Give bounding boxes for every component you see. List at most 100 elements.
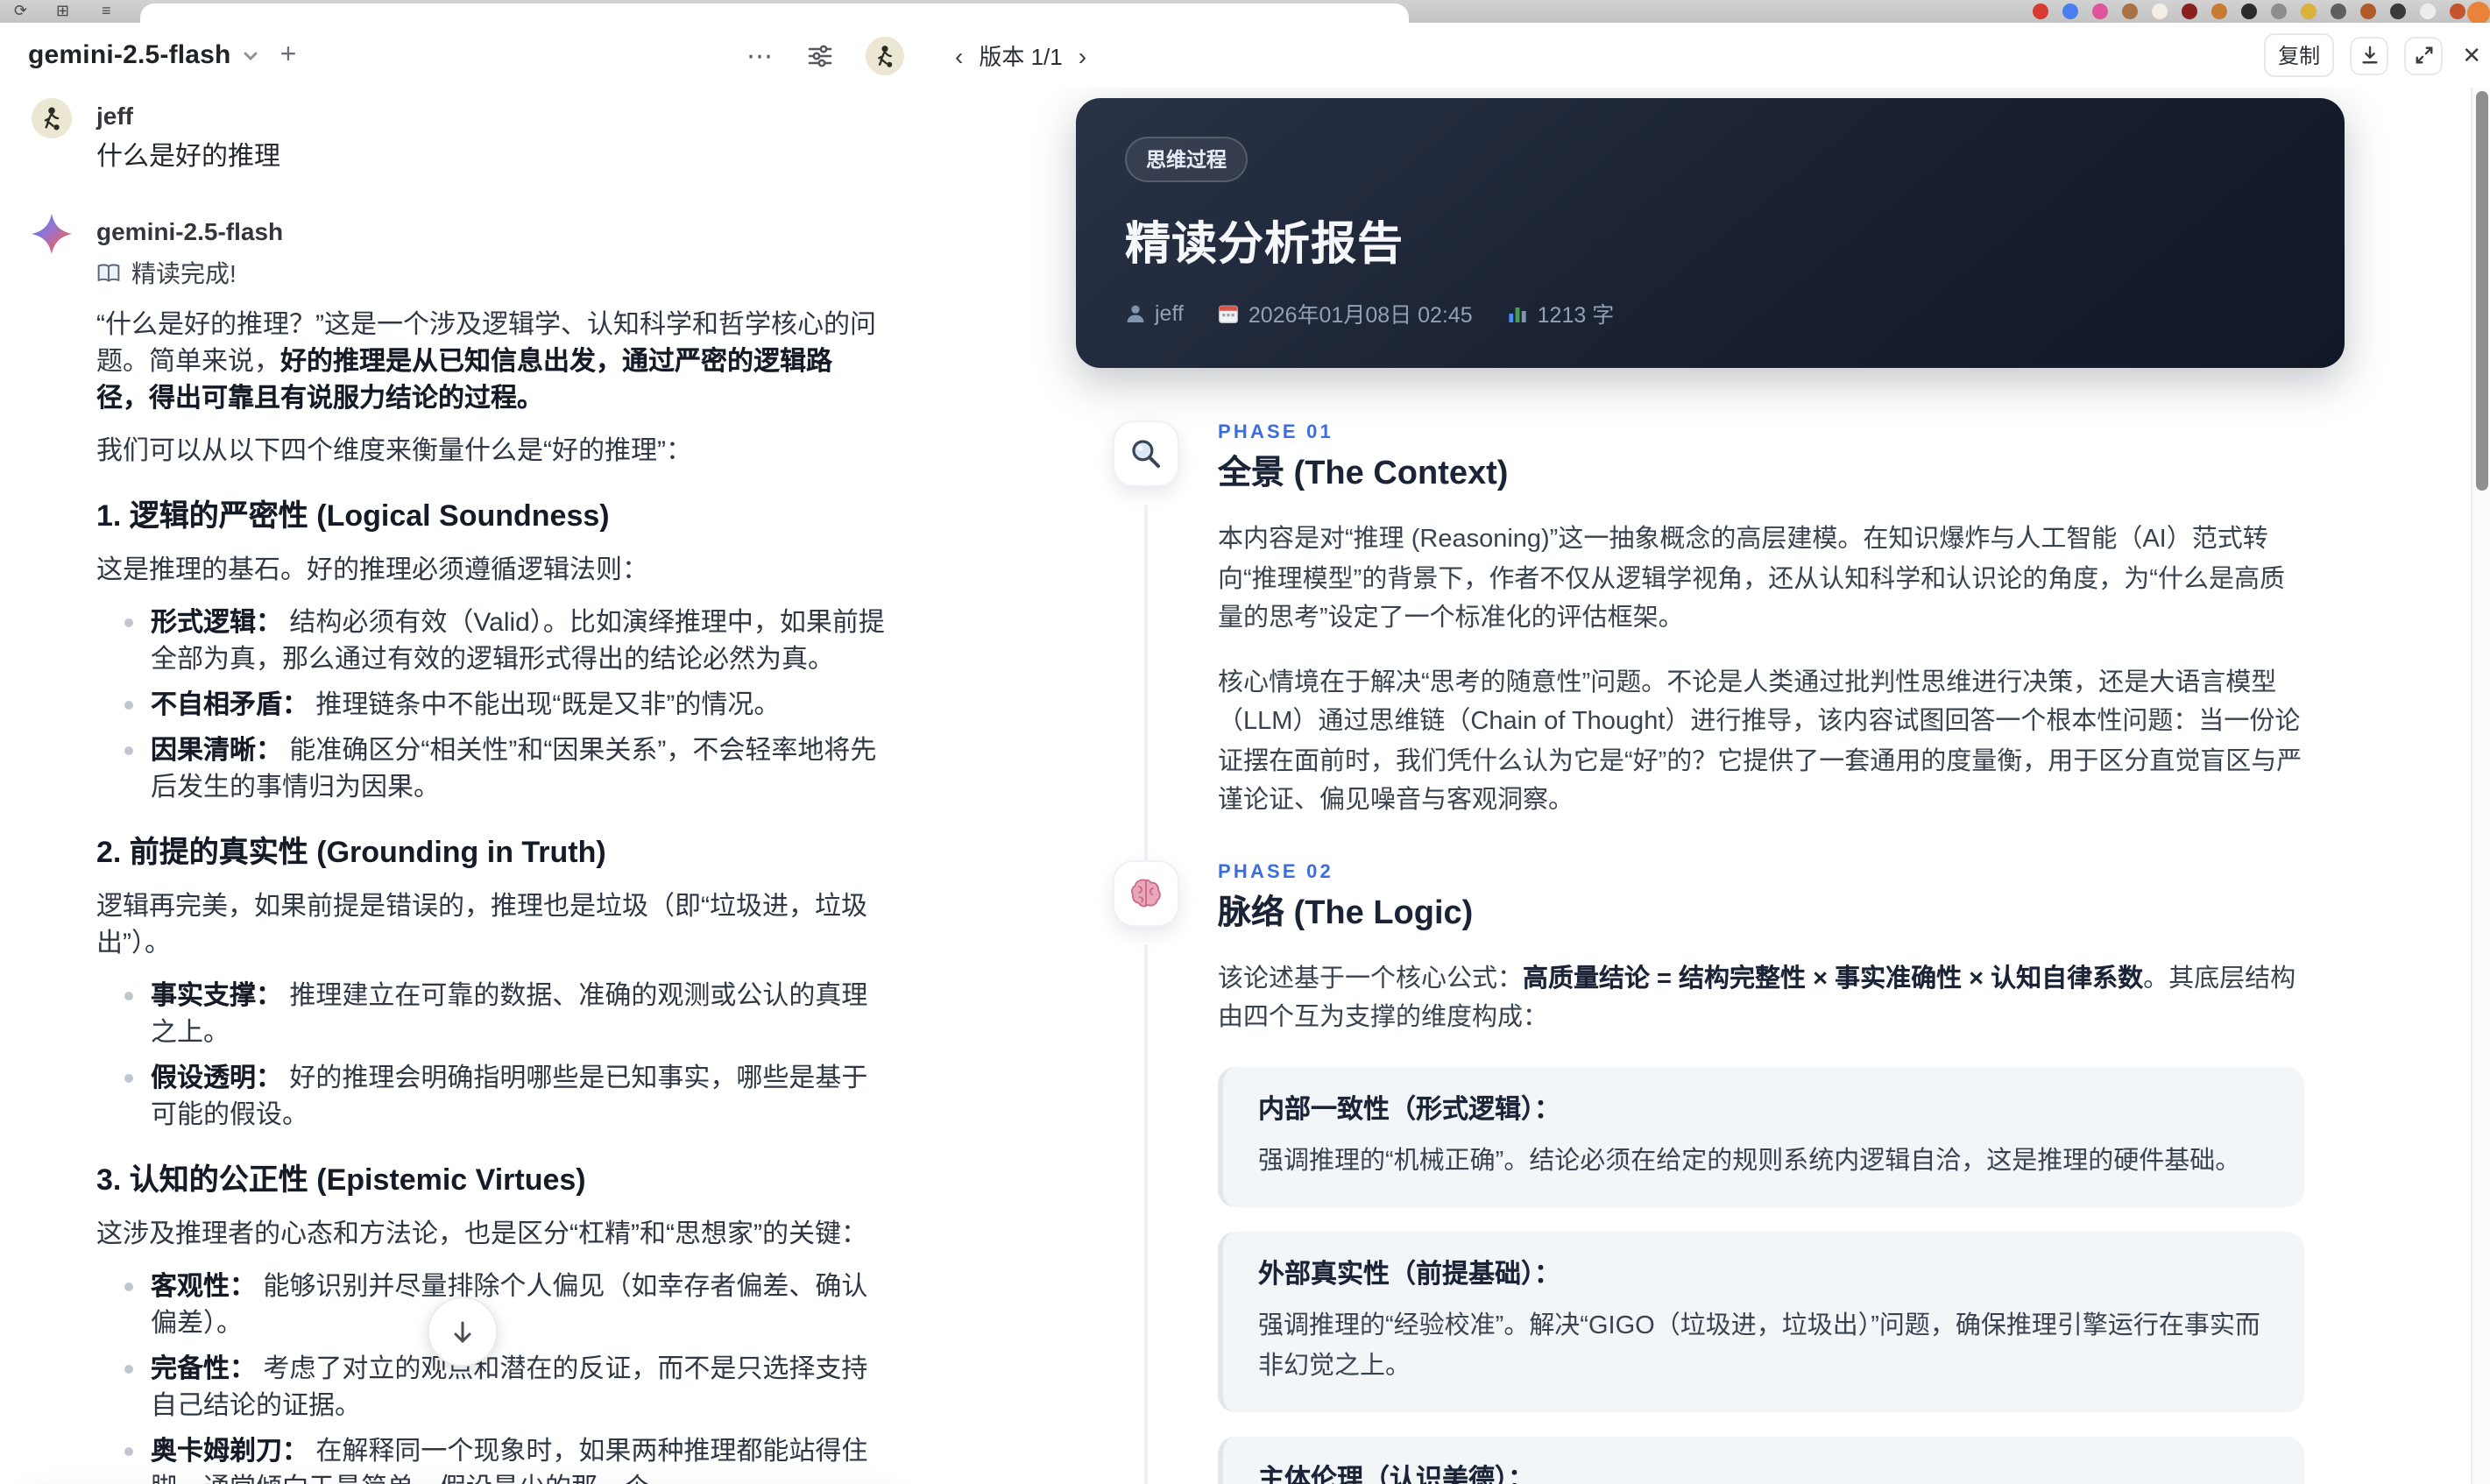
bullet-item: 假设透明： 好的推理会明确指明哪些是已知事实，哪些是基于可能的假设。 [121, 1060, 885, 1134]
report-header-card: 思维过程 精读分析报告 jeff 2026年01月08日 02:45 1213 … [1076, 98, 2345, 368]
chat-message-list[interactable]: jeff 什么是好的推理 gemini-2.5-flash 精读完成! “什么是… [0, 88, 930, 1484]
extension-icon[interactable] [2182, 4, 2197, 19]
copy-button[interactable]: 复制 [2264, 33, 2335, 77]
scrollbar-thumb[interactable] [2476, 91, 2488, 491]
phase-paragraphs: 本内容是对“推理 (Reasoning)”这一抽象概念的高层建模。在知识爆炸与人… [1218, 520, 2304, 821]
expand-icon[interactable] [2404, 36, 2444, 74]
user-avatar[interactable] [866, 36, 904, 74]
extension-icon[interactable] [2033, 4, 2048, 19]
bullet-term: 事实支撑： [151, 981, 283, 1011]
bullet-text: 考虑了对立的观点和潜在的反证，而不是只选择支持自己结论的证据。 [151, 1354, 868, 1421]
user-avatar [32, 98, 72, 138]
report-word-count: 1213 字 [1508, 296, 1614, 329]
phase-label: PHASE 02 [1218, 861, 1333, 882]
phase-title: 脉络 (The Logic) [1218, 894, 1474, 931]
bullet-text: 推理链条中不能出现“既是又非”的情况。 [315, 690, 781, 720]
version-navigator: ‹ 版本 1/1 › [955, 39, 1086, 72]
timeline-connector [1144, 943, 1148, 1484]
bar-chart-icon [1508, 302, 1529, 323]
extension-icon[interactable] [2152, 4, 2168, 19]
report-badge: 思维过程 [1125, 137, 1248, 182]
phase-paragraph: 本内容是对“推理 (Reasoning)”这一抽象概念的高层建模。在知识爆炸与人… [1218, 526, 2285, 632]
new-chat-button[interactable]: + [280, 40, 297, 69]
extension-icon[interactable] [2450, 4, 2465, 19]
report-author: jeff [1125, 300, 1184, 325]
bullet-item: 事实支撑： 推理建立在可靠的数据、准确的观测或公认的真理之上。 [121, 978, 885, 1051]
section-intro: 逻辑再完美，如果前提是错误的，推理也是垃圾（即“垃圾进，垃圾出”）。 [96, 892, 867, 958]
section-intro: 这是推理的基石。好的推理必须遵循逻辑法则： [96, 555, 649, 585]
extension-icon[interactable] [2092, 4, 2108, 19]
dimension-box-title: 主体伦理（认识美德）： [1258, 1465, 1535, 1484]
bullet-item: 形式逻辑： 结构必须有效（Valid）。比如演绎推理中，如果前提全部为真，那么通… [121, 604, 885, 678]
dimension-boxes: 内部一致性（形式逻辑）： 强调推理的“机械正确”。结论必须在给定的规则系统内逻辑自… [1218, 1066, 2304, 1484]
bullet-item: 因果清晰： 能准确区分“相关性”和“因果关系”，不会轻率地将先后发生的事情归为因… [121, 732, 885, 806]
settings-sliders-icon[interactable] [806, 41, 834, 69]
browser-extension-icons[interactable] [2033, 4, 2465, 19]
extension-icon[interactable] [2271, 4, 2287, 19]
chat-header: gemini-2.5-flash + ⋯ [0, 36, 930, 74]
assistant-markdown: “什么是好的推理？”这是一个涉及逻辑学、认知科学和哲学核心的问题。简单来说，好的… [96, 307, 885, 1484]
scrollbar-track[interactable] [2471, 88, 2490, 1484]
extension-icon[interactable] [2390, 4, 2406, 19]
bullet-term: 假设透明： [151, 1064, 283, 1093]
report-meta: jeff 2026年01月08日 02:45 1213 字 [1125, 296, 2295, 329]
timeline-connector [1144, 505, 1148, 859]
extension-icon[interactable] [2122, 4, 2138, 19]
section-heading: 1. 逻辑的严密性 (Logical Soundness) [96, 499, 610, 533]
model-selector[interactable]: gemini-2.5-flash [28, 40, 231, 70]
phase-section-2: PHASE 02 脉络 (The Logic) 该论述基于一个核心公式：高质量结… [1113, 859, 2304, 1484]
assistant-name: gemini-2.5-flash [96, 217, 284, 245]
browser-chrome-strip: ⟳ ⊞ ≡ [0, 0, 2490, 23]
section-heading: 2. 前提的真实性 (Grounding in Truth) [96, 836, 606, 869]
extension-icon[interactable] [2331, 4, 2346, 19]
bullet-text: 能够识别并尽量排除个人偏见（如幸存者偏差、确认偏差）。 [151, 1272, 868, 1339]
calendar-icon [1219, 302, 1240, 323]
bullet-term: 不自相矛盾： [151, 690, 309, 720]
user-message-text: 什么是好的推理 [96, 142, 281, 172]
user-message: jeff 什么是好的推理 [32, 98, 885, 175]
bullet-item: 不自相矛盾： 推理链条中不能出现“既是又非”的情况。 [121, 687, 885, 724]
scroll-to-bottom-button[interactable] [428, 1297, 498, 1367]
extension-icon[interactable] [2241, 4, 2257, 19]
browser-menu-icon[interactable]: ≡ [102, 0, 111, 21]
bullet-term: 因果清晰： [151, 736, 283, 766]
extension-icon[interactable] [2301, 4, 2317, 19]
version-next-button[interactable]: › [1079, 41, 1086, 69]
dimension-box-text: 强调推理的“机械正确”。结论必须在给定的规则系统内逻辑自洽，这是推理的硬件基础。 [1258, 1147, 2241, 1175]
dimension-box-title: 外部真实性（前提基础）： [1258, 1260, 1561, 1290]
bullet-item: 完备性： 考虑了对立的观点和潜在的反证，而不是只选择支持自己结论的证据。 [121, 1351, 885, 1424]
app-window: ⟳ ⊞ ≡ gemini-2.5-flash + ⋯ ‹ 版本 1/1 › 复制… [0, 0, 2490, 1484]
more-options-icon[interactable]: ⋯ [746, 39, 775, 71]
browser-reload-icon[interactable]: ⟳ [14, 0, 27, 21]
browser-grid-icon[interactable]: ⊞ [56, 0, 69, 21]
app-header: gemini-2.5-flash + ⋯ ‹ 版本 1/1 › 复制 ✕ [0, 23, 2490, 88]
version-prev-button[interactable]: ‹ [955, 41, 963, 69]
chevron-down-icon[interactable] [242, 46, 259, 64]
dimension-box-text: 强调推理的“经验校准”。解决“GIGO（垃圾进，垃圾出）”问题，确保推理引擎运行… [1258, 1312, 2260, 1380]
phase-paragraph: 核心情境在于解决“思考的随意性”问题。不论是人类通过批判性思维进行决策，还是大语… [1218, 668, 2303, 815]
assistant-intro: “什么是好的推理？”这是一个涉及逻辑学、认知科学和哲学核心的问题。简单来说，好的… [96, 310, 876, 413]
dimension-box: 内部一致性（形式逻辑）： 强调推理的“机械正确”。结论必须在给定的规则系统内逻辑自… [1218, 1066, 2304, 1207]
artifact-panel[interactable]: 思维过程 精读分析报告 jeff 2026年01月08日 02:45 1213 … [930, 88, 2490, 1484]
bullet-item: 奥卡姆剃刀： 在解释同一个现象时，如果两种推理都能站得住脚，通常倾向于最简单、假… [121, 1433, 885, 1484]
download-icon[interactable] [2350, 36, 2389, 74]
user-name: jeff [96, 102, 133, 130]
close-icon[interactable]: ✕ [2462, 41, 2481, 69]
browser-address-bar[interactable] [140, 4, 1409, 23]
browser-profile-avatar[interactable] [2467, 2, 2490, 23]
extension-icon[interactable] [2360, 4, 2376, 19]
extension-icon[interactable] [2062, 4, 2078, 19]
section-intro: 这涉及推理者的心态和方法论，也是区分“杠精”和“思想家”的关键： [96, 1219, 867, 1249]
bullet-term: 形式逻辑： [151, 608, 283, 638]
section-heading: 3. 认知的公正性 (Epistemic Virtues) [96, 1163, 586, 1197]
extension-icon[interactable] [2420, 4, 2436, 19]
person-icon [1125, 302, 1146, 323]
artifact-header: ‹ 版本 1/1 › 复制 ✕ [930, 33, 2490, 77]
bullet-term: 客观性： [151, 1272, 257, 1302]
gemini-logo-icon [32, 214, 74, 254]
bullet-item: 客观性： 能够识别并尽量排除个人偏见（如幸存者偏差、确认偏差）。 [121, 1268, 885, 1342]
assistant-message: gemini-2.5-flash 精读完成! “什么是好的推理？”这是一个涉及逻… [32, 214, 885, 1484]
phase-label: PHASE 01 [1218, 422, 1333, 443]
book-icon [96, 263, 121, 284]
extension-icon[interactable] [2211, 4, 2227, 19]
